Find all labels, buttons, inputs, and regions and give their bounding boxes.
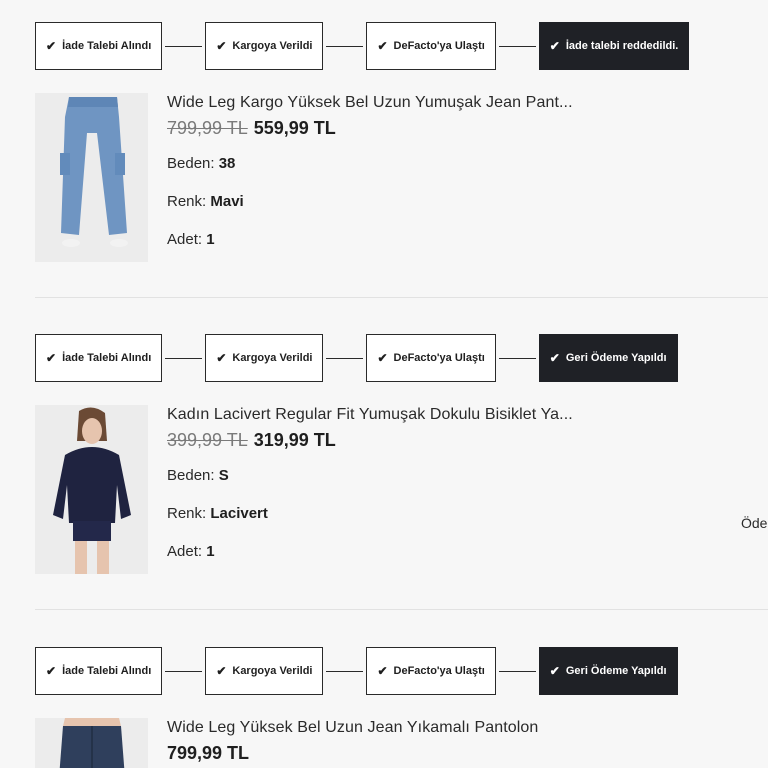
step-label: İade Talebi Alındı: [62, 40, 152, 52]
size-attribute: Beden: S: [167, 467, 573, 484]
return-status-steps: ✔ İade Talebi Alındı ✔ Kargoya Verildi ✔…: [35, 22, 690, 70]
order-divider: [35, 297, 768, 298]
color-label: Renk:: [167, 505, 207, 522]
check-icon: ✔: [216, 39, 227, 53]
check-icon: ✔: [549, 351, 560, 365]
quantity-attribute: Adet: 1: [167, 543, 573, 560]
step-label: DeFacto'ya Ulaştı: [393, 352, 485, 364]
sweater-illustration: [35, 405, 148, 574]
discounted-price: 319,99 TL: [253, 430, 336, 450]
quantity-attribute: Adet: 1: [167, 231, 573, 248]
step-label: DeFacto'ya Ulaştı: [393, 665, 485, 677]
product-image-wide-leg-jeans[interactable]: [35, 718, 148, 768]
price: 799,99 TL: [167, 743, 250, 763]
step-shipped: ✔ Kargoya Verildi: [205, 22, 324, 70]
step-label: İade talebi reddedildi.: [565, 40, 679, 52]
color-label: Renk:: [167, 193, 207, 210]
step-reached-defacto: ✔ DeFacto'ya Ulaştı: [366, 22, 496, 70]
step-return-request-received: ✔ İade Talebi Alındı: [35, 22, 163, 70]
step-return-request-received: ✔ İade Talebi Alındı: [35, 334, 163, 382]
check-icon: ✔: [549, 39, 560, 53]
check-icon: ✔: [377, 351, 388, 365]
step-connector: [498, 670, 536, 672]
check-icon: ✔: [377, 664, 388, 678]
old-price: 799,99 TL: [167, 118, 248, 138]
jeans-illustration: [35, 718, 148, 768]
step-reached-defacto: ✔ DeFacto'ya Ulaştı: [366, 647, 496, 695]
price-line: 799,99 TL 559,99 TL: [167, 118, 573, 139]
check-icon: ✔: [46, 664, 57, 678]
price-line: 399,99 TL 319,99 TL: [167, 430, 573, 451]
size-value: 38: [218, 155, 236, 172]
check-icon: ✔: [377, 39, 388, 53]
return-status-steps: ✔ İade Talebi Alındı ✔ Kargoya Verildi ✔…: [35, 334, 678, 382]
step-connector: [165, 45, 203, 47]
check-icon: ✔: [549, 664, 560, 678]
quantity-label: Adet:: [167, 231, 203, 248]
payment-column-label: Öde: [741, 515, 768, 531]
color-value: Lacivert: [210, 505, 268, 522]
product-name[interactable]: Kadın Lacivert Regular Fit Yumuşak Dokul…: [167, 406, 573, 424]
price-line: 799,99 TL: [167, 743, 538, 764]
step-label: Kargoya Verildi: [232, 352, 313, 364]
color-attribute: Renk: Mavi: [167, 193, 573, 210]
step-label: Geri Ödeme Yapıldı: [565, 352, 667, 364]
step-shipped: ✔ Kargoya Verildi: [205, 647, 324, 695]
product-name[interactable]: Wide Leg Yüksek Bel Uzun Jean Yıkamalı P…: [167, 719, 538, 737]
step-reached-defacto: ✔ DeFacto'ya Ulaştı: [366, 334, 496, 382]
step-refund-completed: ✔ Geri Ödeme Yapıldı: [538, 334, 678, 382]
step-label: DeFacto'ya Ulaştı: [393, 40, 485, 52]
step-label: İade Talebi Alındı: [62, 352, 152, 364]
order-divider: [35, 609, 768, 610]
color-value: Mavi: [210, 193, 244, 210]
quantity-value: 1: [206, 231, 215, 248]
size-attribute: Beden: 38: [167, 155, 573, 172]
step-return-rejected: ✔ İade talebi reddedildi.: [538, 22, 690, 70]
step-label: Kargoya Verildi: [232, 40, 313, 52]
step-connector: [326, 357, 364, 359]
step-connector: [165, 670, 203, 672]
check-icon: ✔: [46, 39, 57, 53]
step-label: İade Talebi Alındı: [62, 665, 152, 677]
step-return-request-received: ✔ İade Talebi Alındı: [35, 647, 163, 695]
product-info: Wide Leg Kargo Yüksek Bel Uzun Yumuşak J…: [167, 94, 573, 248]
size-label: Beden:: [167, 155, 215, 172]
check-icon: ✔: [216, 664, 227, 678]
product-info: Wide Leg Yüksek Bel Uzun Jean Yıkamalı P…: [167, 719, 538, 764]
step-connector: [326, 45, 364, 47]
step-refund-completed: ✔ Geri Ödeme Yapıldı: [538, 647, 678, 695]
product-name[interactable]: Wide Leg Kargo Yüksek Bel Uzun Yumuşak J…: [167, 94, 573, 112]
step-connector: [498, 45, 536, 47]
step-label: Geri Ödeme Yapıldı: [565, 665, 667, 677]
return-orders-page: ✔ İade Talebi Alındı ✔ Kargoya Verildi ✔…: [0, 0, 768, 768]
size-label: Beden:: [167, 467, 215, 484]
jeans-illustration: [35, 93, 148, 262]
check-icon: ✔: [46, 351, 57, 365]
old-price: 399,99 TL: [167, 430, 248, 450]
quantity-value: 1: [206, 543, 215, 560]
quantity-label: Adet:: [167, 543, 203, 560]
step-connector: [165, 357, 203, 359]
product-image-navy-sweater[interactable]: [35, 405, 148, 574]
step-shipped: ✔ Kargoya Verildi: [205, 334, 324, 382]
return-status-steps: ✔ İade Talebi Alındı ✔ Kargoya Verildi ✔…: [35, 647, 678, 695]
color-attribute: Renk: Lacivert: [167, 505, 573, 522]
step-connector: [498, 357, 536, 359]
step-label: Kargoya Verildi: [232, 665, 313, 677]
product-image-cargo-jeans[interactable]: [35, 93, 148, 262]
product-info: Kadın Lacivert Regular Fit Yumuşak Dokul…: [167, 406, 573, 560]
check-icon: ✔: [216, 351, 227, 365]
discounted-price: 559,99 TL: [253, 118, 336, 138]
size-value: S: [218, 467, 229, 484]
step-connector: [326, 670, 364, 672]
